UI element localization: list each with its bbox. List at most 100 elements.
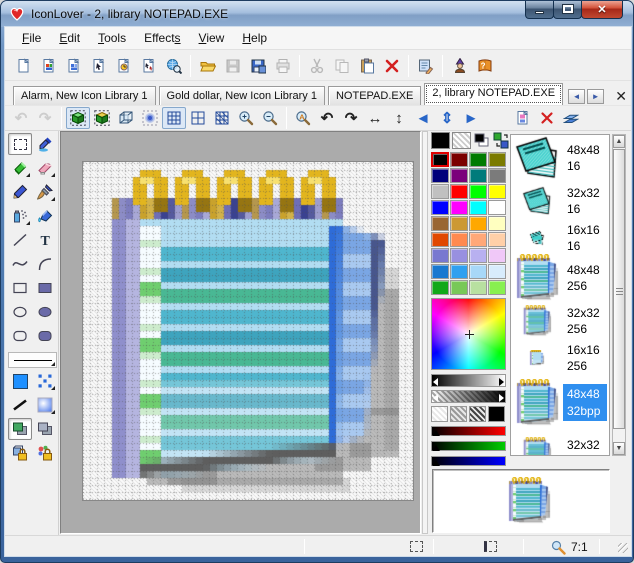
line-width-selector[interactable]	[8, 352, 57, 368]
palette-color-b8e0a0[interactable]	[469, 280, 487, 295]
format-item-32x32-256[interactable]: 32x32256	[511, 301, 609, 341]
palette-color-1878d0[interactable]	[431, 264, 449, 279]
opacity-swatch-4[interactable]	[488, 406, 505, 422]
rotate-right-button[interactable]: ↷	[339, 107, 363, 129]
help-book-button[interactable]: ?	[472, 54, 497, 78]
menu-tools[interactable]: Tools	[89, 28, 135, 48]
palette-color-78c858[interactable]	[450, 280, 468, 295]
hsv-color-field[interactable]	[431, 298, 506, 370]
palette-color-ff8a50[interactable]	[450, 232, 468, 247]
shift-right-button[interactable]: ►	[459, 107, 483, 129]
palette-color-7878d0[interactable]	[431, 248, 449, 263]
tab-4[interactable]: 2, library NOTEPAD.EXE	[424, 83, 563, 105]
grid-large-button[interactable]	[186, 107, 210, 129]
paste-button[interactable]	[354, 54, 379, 78]
palette-color-d8ecfc[interactable]	[488, 264, 506, 279]
rounded-rectangle-tool[interactable]	[8, 325, 32, 347]
shift-left-button[interactable]: ◄	[411, 107, 435, 129]
palette-color-ffa878[interactable]	[469, 232, 487, 247]
palette-color-7b007b[interactable]	[450, 168, 468, 183]
maximize-button[interactable]	[553, 0, 582, 19]
arc-tool[interactable]	[33, 253, 57, 275]
text-tool[interactable]: T	[33, 229, 57, 251]
palette-color-a8d8f8[interactable]	[469, 264, 487, 279]
brightness-slider[interactable]	[431, 374, 506, 387]
line-sample-tool[interactable]	[8, 394, 32, 416]
smooth-button[interactable]	[138, 107, 162, 129]
palette-color-e04800[interactable]	[431, 232, 449, 247]
ellipse-tool[interactable]	[8, 301, 32, 323]
palette-color-00ffff[interactable]	[469, 200, 487, 215]
formats-scrollbar[interactable]: ▲ ▼	[612, 134, 626, 456]
palette-color-00007b[interactable]	[431, 168, 449, 183]
scroll-up-button[interactable]: ▲	[613, 135, 625, 148]
flip-vertical-button[interactable]: ↕	[387, 107, 411, 129]
format-item-16x16-16[interactable]: 16x1616	[511, 221, 609, 255]
menu-file[interactable]: File	[13, 28, 50, 48]
find-icons-button[interactable]	[161, 54, 186, 78]
palette-color-ffffff[interactable]	[488, 200, 506, 215]
close-tab-button[interactable]: ✕	[612, 87, 630, 105]
opacity-swatch-3[interactable]	[469, 406, 486, 422]
palette-color-007b7b[interactable]	[469, 168, 487, 183]
palette-color-000000[interactable]	[431, 152, 449, 167]
palette-color-ffff00[interactable]	[488, 184, 506, 199]
lock-drawing-tool[interactable]	[8, 442, 32, 464]
titlebar[interactable]: IconLover - 2, library NOTEPAD.EXE ✕	[1, 1, 633, 27]
palette-color-ffd0a8[interactable]	[488, 232, 506, 247]
new-animated-icon-button[interactable]	[111, 54, 136, 78]
format-item-48x48-32bpp[interactable]: 48x4832bpp	[511, 375, 609, 430]
redo-button[interactable]: ↷	[33, 107, 57, 129]
palette-color-ff00ff[interactable]	[450, 200, 468, 215]
palette-color-ffa800[interactable]	[469, 216, 487, 231]
line-tool[interactable]	[8, 229, 32, 251]
save-button[interactable]	[220, 54, 245, 78]
airbrush-tool[interactable]	[8, 205, 32, 227]
close-button[interactable]: ✕	[581, 0, 623, 19]
opacity-slider[interactable]	[431, 390, 506, 403]
palette-color-00ff00[interactable]	[469, 184, 487, 199]
palette-color-007b00[interactable]	[469, 152, 487, 167]
curve-tool[interactable]	[8, 253, 32, 275]
palette-color-996633[interactable]	[431, 216, 449, 231]
palette-color-9890e0[interactable]	[450, 248, 468, 263]
save-all-button[interactable]	[245, 54, 270, 78]
overlap-paste-tool[interactable]	[33, 418, 57, 440]
tab-3[interactable]: NOTEPAD.EXE	[328, 86, 421, 105]
tab-1[interactable]: Alarm, New Icon Library 1	[13, 86, 156, 105]
dither-tool[interactable]	[33, 370, 57, 392]
eraser-soft-tool[interactable]	[33, 157, 57, 179]
open-button[interactable]	[195, 54, 220, 78]
flip-horizontal-button[interactable]: ↔	[363, 107, 387, 129]
menu-edit[interactable]: Edit	[50, 28, 89, 48]
palette-color-cc9933[interactable]	[450, 216, 468, 231]
delete-format-image-button[interactable]	[535, 107, 559, 129]
new-image-button[interactable]	[11, 54, 36, 78]
zoom-in-button[interactable]	[234, 107, 258, 129]
format-item-16x16-256[interactable]: 16x16256	[511, 341, 609, 375]
grid-pattern-button[interactable]	[210, 107, 234, 129]
transparent-color-swatch[interactable]	[452, 132, 471, 149]
selection-opaque-button[interactable]	[66, 107, 90, 129]
next-tab-button[interactable]: ►	[587, 89, 604, 104]
print-button[interactable]	[270, 54, 295, 78]
palette-color-30a0f0[interactable]	[450, 264, 468, 279]
delete-button[interactable]	[379, 54, 404, 78]
menu-help[interactable]: Help	[233, 28, 276, 48]
menu-effects[interactable]: Effects	[135, 28, 189, 48]
select-rectangle-tool[interactable]	[8, 133, 32, 155]
prev-tab-button[interactable]: ◄	[568, 89, 585, 104]
filled-ellipse-tool[interactable]	[33, 301, 57, 323]
green-slider[interactable]	[431, 441, 506, 451]
pencil-tool[interactable]	[8, 181, 32, 203]
format-item-32x32-16[interactable]: 32x3216	[511, 181, 609, 221]
palette-color-7b0000[interactable]	[450, 152, 468, 167]
shift-vertical-button[interactable]: ⇕	[435, 107, 459, 129]
foreground-background-swatches[interactable]	[473, 132, 490, 149]
color-picker-tool[interactable]	[33, 133, 57, 155]
opacity-swatch-2[interactable]	[450, 406, 467, 422]
filled-rectangle-tool[interactable]	[33, 277, 57, 299]
undo-button[interactable]: ↶	[9, 107, 33, 129]
lock-colors-tool[interactable]	[33, 442, 57, 464]
swap-colors-button[interactable]	[492, 132, 509, 149]
